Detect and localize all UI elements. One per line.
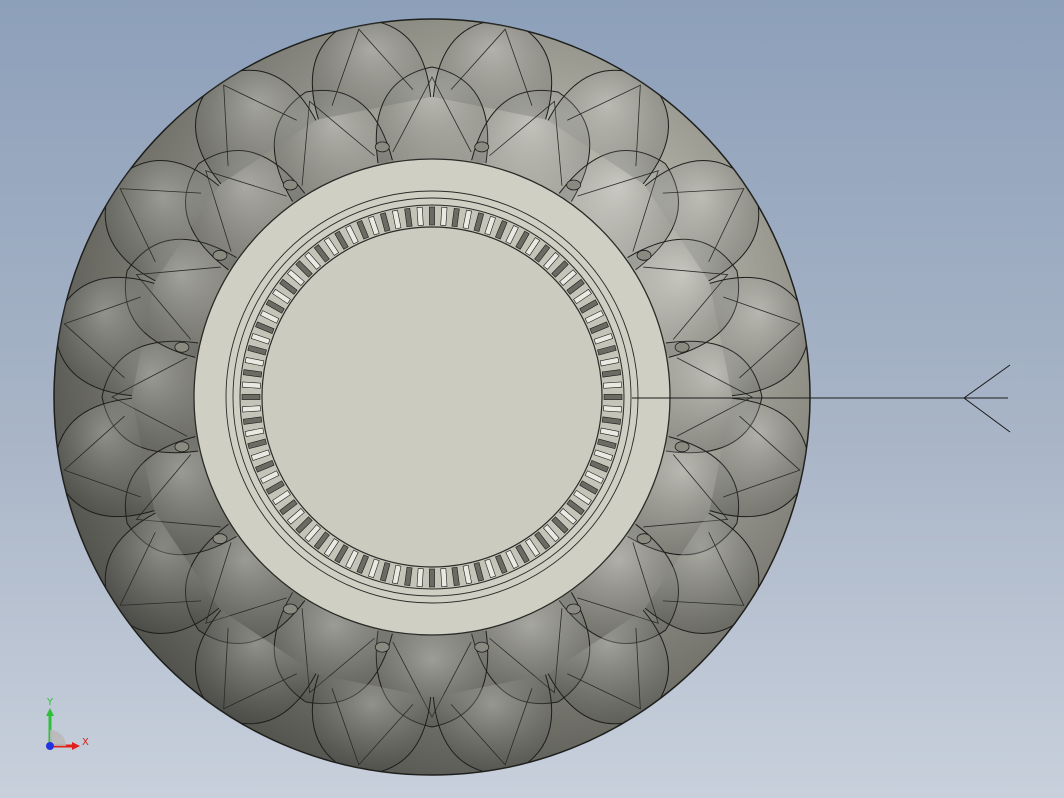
gear-tooth <box>241 394 261 400</box>
axis-triad: Y X <box>38 697 98 760</box>
gear-tooth <box>603 394 623 400</box>
ornament-bead <box>636 533 652 545</box>
gear-tooth <box>241 405 261 413</box>
ornament-bead <box>674 341 690 353</box>
ornament-bead <box>374 641 390 653</box>
ornament-bead <box>636 249 652 261</box>
triad-z-axis <box>46 742 54 750</box>
gear-tooth <box>440 206 448 226</box>
gear-tooth <box>603 405 623 413</box>
ornament-bead <box>566 179 582 191</box>
model-scene[interactable] <box>0 0 1064 798</box>
ornament-bead <box>174 341 190 353</box>
graphics-viewport[interactable]: Y X <box>0 0 1064 798</box>
ornament-bead <box>174 441 190 453</box>
ornament-bead <box>282 179 298 191</box>
gear-tooth <box>429 206 435 226</box>
gear-tooth <box>429 568 435 588</box>
ornament-bead <box>474 641 490 653</box>
triad-x-label: X <box>82 737 89 748</box>
gear-tooth <box>416 206 424 226</box>
gear-tooth <box>416 568 424 588</box>
ornament-bead <box>474 141 490 153</box>
ornament-bead <box>212 249 228 261</box>
ornament-bead <box>374 141 390 153</box>
ornament-bead <box>674 441 690 453</box>
gear-tooth <box>241 381 261 389</box>
gear-tooth <box>603 381 623 389</box>
inner-disc[interactable] <box>261 226 603 568</box>
triad-y-label: Y <box>47 697 54 708</box>
gear-tooth <box>440 568 448 588</box>
ornament-bead <box>282 603 298 615</box>
ornament-bead <box>212 533 228 545</box>
ornament-bead <box>566 603 582 615</box>
